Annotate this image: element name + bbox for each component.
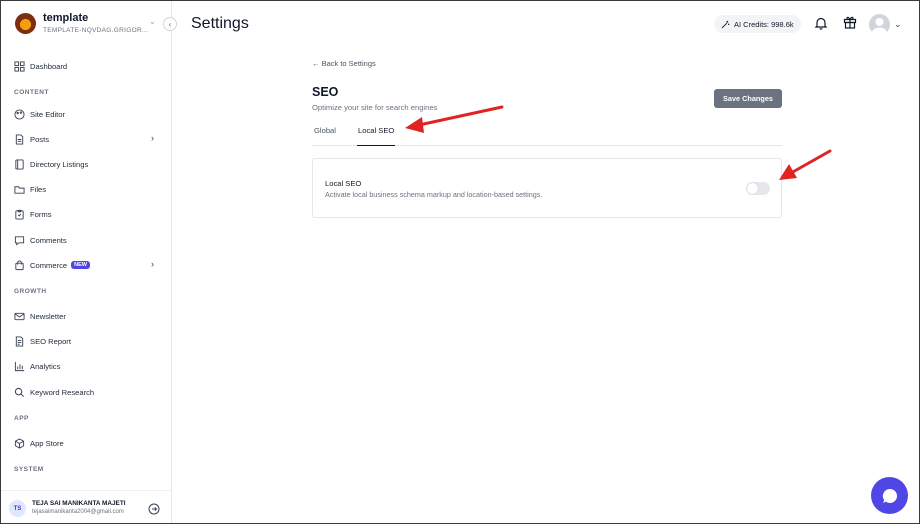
save-changes-button[interactable]: Save Changes xyxy=(714,89,782,108)
sidebar-item-label: Comments xyxy=(30,235,67,245)
section-subtitle: Optimize your site for search engines xyxy=(312,103,438,112)
clipboard-check-icon xyxy=(14,209,25,220)
palette-icon xyxy=(14,108,25,120)
sidebar-item-label: Forms xyxy=(30,209,52,219)
arrow-to-toggle xyxy=(779,149,832,180)
sidebar-item-newsletter[interactable]: Newsletter xyxy=(14,308,160,324)
sidebar-item-files[interactable]: Files xyxy=(14,181,160,197)
sidebar-item-commerce[interactable]: Commerce NEW › xyxy=(14,257,160,273)
sidebar-item-label: Directory Listings xyxy=(30,159,89,169)
magic-wand-icon xyxy=(721,20,730,28)
shopping-bag-icon xyxy=(14,259,25,271)
sidebar-item-label: Site Editor xyxy=(30,109,66,119)
report-icon xyxy=(14,335,25,347)
sidebar-item-label: Files xyxy=(30,184,47,194)
mail-icon xyxy=(14,311,25,322)
chevron-down-icon: ⌄ xyxy=(149,17,156,26)
chevron-down-icon[interactable]: ⌄ xyxy=(894,19,902,30)
user-card[interactable]: TS TEJA SAI MANIKANTA MAJETI tejasaimani… xyxy=(1,490,171,523)
card-title: Local SEO xyxy=(325,179,362,188)
sidebar-item-seo-report[interactable]: SEO Report xyxy=(14,333,160,349)
seo-tabs: Global Local SEO xyxy=(312,121,782,146)
search-icon xyxy=(14,387,25,398)
sidebar-item-directory-listings[interactable]: Directory Listings xyxy=(14,156,160,172)
site-switcher[interactable]: template TEMPLATE-NQVDAG.GRIGOR... ⌄ xyxy=(15,11,165,41)
chat-button[interactable] xyxy=(871,477,908,514)
sidebar-item-label: Commerce xyxy=(30,260,68,270)
bar-chart-icon xyxy=(14,361,25,372)
sidebar-item-analytics[interactable]: Analytics xyxy=(14,358,160,374)
sidebar-item-site-editor[interactable]: Site Editor xyxy=(14,106,160,122)
logout-icon[interactable] xyxy=(148,503,160,515)
local-seo-toggle[interactable] xyxy=(746,182,770,195)
back-to-settings-link[interactable]: ← Back to Settings xyxy=(312,59,376,68)
ai-credits-text: AI Credits: 998.6k xyxy=(734,19,794,29)
chat-bubble-icon xyxy=(882,488,897,503)
sidebar-item-label: App Store xyxy=(30,438,64,448)
sidebar-item-label: Analytics xyxy=(30,361,61,371)
new-badge: NEW xyxy=(71,261,90,269)
user-name: TEJA SAI MANIKANTA MAJETI xyxy=(32,500,126,507)
sidebar-item-dashboard[interactable]: Dashboard xyxy=(14,58,160,74)
section-title: SEO xyxy=(312,85,339,99)
sidebar-item-label: Keyword Research xyxy=(30,387,95,397)
site-name: template xyxy=(43,12,89,24)
avatar: TS xyxy=(9,500,26,517)
section-growth: GROWTH xyxy=(14,288,47,295)
tab-local-seo[interactable]: Local SEO xyxy=(357,126,396,146)
book-icon xyxy=(14,158,25,170)
folder-icon xyxy=(14,184,25,195)
gift-icon[interactable] xyxy=(843,15,857,29)
sidebar-item-comments[interactable]: Comments xyxy=(14,232,160,248)
sidebar-item-keyword-research[interactable]: Keyword Research xyxy=(14,384,160,400)
collapse-sidebar-button[interactable]: ‹ xyxy=(163,17,177,31)
chevron-right-icon: › xyxy=(151,133,154,143)
sidebar-item-forms[interactable]: Forms xyxy=(14,206,160,222)
chevron-right-icon: › xyxy=(151,259,154,269)
sidebar-item-app-store[interactable]: App Store xyxy=(14,435,160,451)
dashboard-icon xyxy=(14,60,25,72)
sidebar: template TEMPLATE-NQVDAG.GRIGOR... ⌄ Das… xyxy=(1,1,172,523)
local-seo-card: Local SEO Activate local business schema… xyxy=(312,158,782,218)
user-avatar[interactable] xyxy=(869,14,890,35)
ai-credits-badge[interactable]: AI Credits: 998.6k xyxy=(714,15,801,33)
user-email: tejasaimanikanta2004@gmail.com xyxy=(32,509,124,515)
sidebar-item-label: Posts xyxy=(30,134,49,144)
sidebar-item-label: SEO Report xyxy=(30,336,71,346)
card-description: Activate local business schema markup an… xyxy=(325,190,543,199)
sidebar-item-posts[interactable]: Posts › xyxy=(14,131,160,147)
document-icon xyxy=(14,133,25,145)
section-system: SYSTEM xyxy=(14,466,44,473)
cube-icon xyxy=(14,437,25,449)
site-logo xyxy=(15,13,36,34)
toggle-knob xyxy=(747,183,758,194)
user-silhouette-icon xyxy=(872,18,887,35)
page-title: Settings xyxy=(191,15,249,32)
sidebar-item-label: Newsletter xyxy=(30,311,66,321)
section-app: APP xyxy=(14,415,29,422)
comment-icon xyxy=(14,235,25,246)
site-subdomain: TEMPLATE-NQVDAG.GRIGOR... xyxy=(43,27,149,34)
bell-icon[interactable] xyxy=(814,16,828,30)
section-content: CONTENT xyxy=(14,89,49,96)
tab-global[interactable]: Global xyxy=(314,126,336,146)
sidebar-item-label: Dashboard xyxy=(30,61,68,71)
